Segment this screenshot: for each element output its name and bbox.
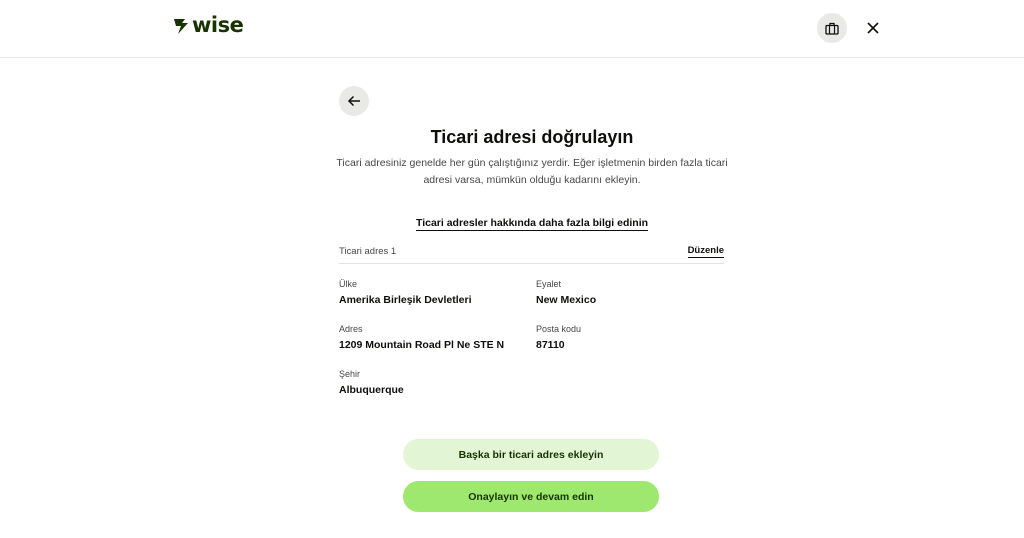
postcode-label: Posta kodu	[536, 324, 582, 334]
city-field: Şehir Albuquerque	[339, 368, 404, 397]
back-button[interactable]	[339, 86, 369, 116]
close-icon	[867, 22, 879, 34]
edit-address-link[interactable]: Düzenle	[687, 245, 724, 258]
postcode-value: 87110	[536, 339, 565, 351]
page-description: Ticari adresiniz genelde her gün çalıştı…	[336, 157, 728, 186]
briefcase-icon	[825, 22, 839, 35]
state-value: New Mexico	[536, 294, 597, 306]
wise-logo[interactable]: wise	[173, 13, 244, 37]
add-another-address-button[interactable]: Başka bir ticari adres ekleyin	[403, 439, 659, 470]
learn-more-link-container: Ticari adresler hakkında daha fazla bilg…	[332, 216, 732, 231]
state-label: Eyalet	[536, 279, 562, 289]
close-button[interactable]	[862, 17, 884, 39]
top-bar: wise	[0, 0, 1024, 58]
address-label: Adres	[339, 324, 363, 334]
country-field: Ülke Amerika Birleşik Devletleri	[339, 278, 472, 307]
learn-more-link[interactable]: Ticari adresler hakkında daha fazla bilg…	[415, 217, 649, 231]
country-label: Ülke	[339, 279, 358, 289]
postcode-field: Posta kodu 87110	[536, 323, 581, 352]
city-value: Albuquerque	[339, 384, 404, 396]
business-account-button[interactable]	[817, 13, 847, 43]
city-label: Şehir	[339, 369, 361, 379]
arrow-left-icon	[347, 95, 360, 107]
address-field: Adres 1209 Mountain Road Pl Ne STE N	[339, 323, 504, 352]
logo-text: wise	[192, 13, 244, 37]
address-card-header: Ticari adres 1 Düzenle	[339, 243, 724, 264]
state-field: Eyalet New Mexico	[536, 278, 596, 307]
wise-flag-icon	[174, 19, 188, 34]
address-card-label: Ticari adres 1	[339, 246, 397, 257]
address-value: 1209 Mountain Road Pl Ne STE N	[339, 339, 505, 351]
confirm-continue-button[interactable]: Onaylayın ve devam edin	[403, 481, 659, 512]
page-title: Ticari adresi doğrulayın	[430, 127, 634, 147]
country-value: Amerika Birleşik Devletleri	[339, 294, 472, 306]
